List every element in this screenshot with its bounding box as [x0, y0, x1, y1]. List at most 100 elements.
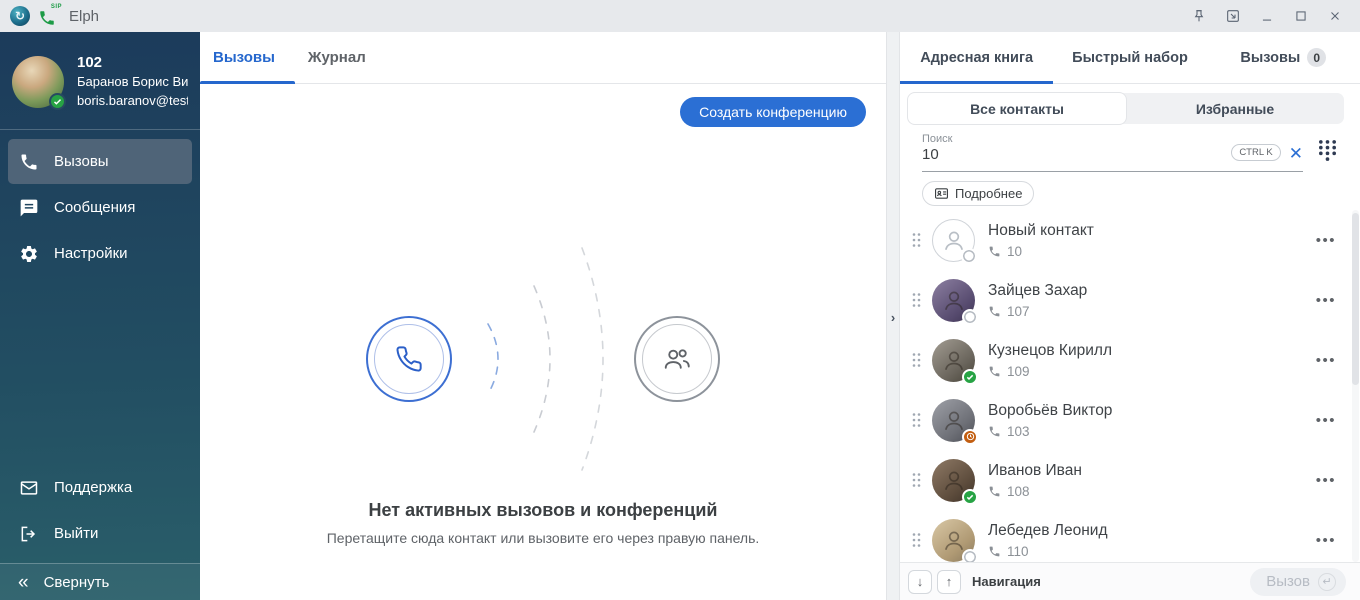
phone-circle-icon [366, 316, 452, 402]
status-badge [962, 309, 978, 325]
gear-icon [18, 243, 40, 265]
contact-list-scrollbar[interactable] [1352, 210, 1359, 562]
contact-avatar [932, 459, 975, 502]
contact-row[interactable]: Новый контакт 10 ••• [900, 210, 1360, 270]
contact-name: Воробьёв Виктор [988, 401, 1316, 421]
sidebar-item-label: Поддержка [54, 479, 132, 496]
pin-icon[interactable] [1186, 3, 1212, 29]
segment-label: Все контакты [970, 101, 1064, 117]
drag-handle-icon[interactable] [912, 412, 924, 428]
call-button[interactable]: Вызов ↵ [1250, 568, 1346, 596]
sidebar-item-messages[interactable]: Сообщения [8, 185, 192, 230]
contacts-segmented-control: Все контакты Избранные [908, 93, 1344, 124]
expand-panel-handle[interactable]: › [887, 308, 899, 326]
contact-avatar [932, 279, 975, 322]
search-input[interactable]: Поиск 10 CTRL K ✕ [922, 130, 1303, 172]
tab-label: Вызовы [1240, 50, 1300, 66]
contact-row[interactable]: Кузнецов Кирилл 109 ••• [900, 330, 1360, 390]
calls-count-badge: 0 [1307, 48, 1326, 67]
enter-key-icon: ↵ [1318, 573, 1336, 591]
contact-number: 109 [1007, 364, 1030, 379]
drag-handle-icon[interactable] [912, 292, 924, 308]
clear-search-icon[interactable]: ✕ [1289, 145, 1303, 162]
contact-menu-button[interactable]: ••• [1316, 468, 1336, 493]
sidebar-item-settings[interactable]: Настройки [8, 231, 192, 276]
empty-state-title: Нет активных вызовов и конференций [200, 500, 886, 521]
sidebar-item-calls[interactable]: Вызовы [8, 139, 192, 184]
dialpad-icon[interactable] [1317, 138, 1338, 162]
contact-number: 110 [1007, 544, 1029, 559]
create-conference-button[interactable]: Создать конференцию [680, 97, 866, 127]
contact-row[interactable]: Воробьёв Виктор 103 ••• [900, 390, 1360, 450]
contact-number: 10 [1007, 244, 1022, 259]
contact-menu-button[interactable]: ••• [1316, 288, 1336, 313]
contact-menu-button[interactable]: ••• [1316, 408, 1336, 433]
details-button[interactable]: Подробнее [922, 181, 1034, 206]
call-button-label: Вызов [1266, 573, 1310, 590]
contact-card-icon [934, 186, 949, 201]
search-row: Поиск 10 CTRL K ✕ [922, 130, 1338, 172]
contact-name: Кузнецов Кирилл [988, 341, 1316, 361]
tab-calls[interactable]: Вызовы [200, 32, 295, 83]
contact-menu-button[interactable]: ••• [1316, 348, 1336, 373]
tab-label: Адресная книга [920, 50, 1033, 66]
drag-handle-icon[interactable] [912, 532, 924, 548]
user-email: boris.baranov@testin… [77, 92, 188, 110]
contact-number: 108 [1007, 484, 1030, 499]
close-icon[interactable] [1322, 3, 1348, 29]
double-chevron-left-icon: « [18, 573, 29, 592]
scrollbar-thumb[interactable] [1352, 213, 1359, 385]
ripple-arcs-icon [458, 244, 628, 474]
user-profile[interactable]: 102 Баранов Борис Вик… boris.baranov@tes… [0, 32, 200, 130]
segment-favorites[interactable]: Избранные [1126, 93, 1344, 124]
drag-handle-icon[interactable] [912, 472, 924, 488]
right-tab-bar: Адресная книга Быстрый набор Вызовы 0 [900, 32, 1360, 84]
contact-menu-button[interactable]: ••• [1316, 228, 1336, 253]
phone-icon [18, 151, 40, 173]
sidebar: 102 Баранов Борис Вик… boris.baranov@tes… [0, 32, 200, 600]
sidebar-item-logout[interactable]: Выйти [8, 511, 192, 556]
status-badge [961, 248, 977, 264]
status-badge [962, 369, 978, 385]
window-title: Elph [69, 8, 99, 25]
phone-icon [988, 365, 1001, 378]
empty-state-graphic [200, 244, 886, 474]
empty-state-subtitle: Перетащите сюда контакт или вызовите его… [200, 530, 886, 546]
contact-row[interactable]: Иванов Иван 108 ••• [900, 450, 1360, 510]
contact-avatar [932, 399, 975, 442]
segment-all-contacts[interactable]: Все контакты [908, 93, 1126, 124]
status-badge [962, 549, 978, 563]
popout-icon[interactable] [1220, 3, 1246, 29]
navigation-label: Навигация [972, 574, 1041, 589]
user-extension: 102 [77, 53, 188, 73]
drag-handle-icon[interactable] [912, 232, 924, 248]
minimize-icon[interactable] [1254, 3, 1280, 29]
sip-phone-icon: SIP [38, 5, 60, 27]
drag-handle-icon[interactable] [912, 352, 924, 368]
contact-row[interactable]: Лебедев Леонид 110 ••• [900, 510, 1360, 562]
collapse-sidebar-button[interactable]: « Свернуть [0, 563, 200, 600]
tab-address-book[interactable]: Адресная книга [900, 32, 1053, 83]
nav-down-button[interactable]: ↓ [908, 570, 932, 594]
contact-name: Новый контакт [988, 221, 1316, 241]
search-value: 10 [922, 146, 1231, 165]
sidebar-item-label: Вызовы [54, 153, 109, 170]
tab-journal[interactable]: Журнал [295, 32, 386, 83]
chat-icon [18, 197, 40, 219]
main-tab-bar: Вызовы Журнал [200, 32, 886, 84]
titlebar: ↻ SIP Elph [0, 0, 1360, 32]
tab-label: Быстрый набор [1072, 50, 1188, 66]
app-logo-icon: ↻ [10, 6, 30, 26]
contact-menu-button[interactable]: ••• [1316, 528, 1336, 553]
sidebar-item-label: Выйти [54, 525, 98, 542]
contact-avatar [932, 519, 975, 562]
contact-row[interactable]: Зайцев Захар 107 ••• [900, 270, 1360, 330]
sidebar-item-support[interactable]: Поддержка [8, 465, 192, 510]
nav-up-button[interactable]: ↑ [937, 570, 961, 594]
right-panel: Адресная книга Быстрый набор Вызовы 0 Вс… [900, 32, 1360, 600]
user-status-badge [49, 93, 66, 110]
user-name: Баранов Борис Вик… [77, 73, 188, 91]
tab-speed-dial[interactable]: Быстрый набор [1053, 32, 1206, 83]
tab-calls-right[interactable]: Вызовы 0 [1207, 32, 1360, 83]
maximize-icon[interactable] [1288, 3, 1314, 29]
